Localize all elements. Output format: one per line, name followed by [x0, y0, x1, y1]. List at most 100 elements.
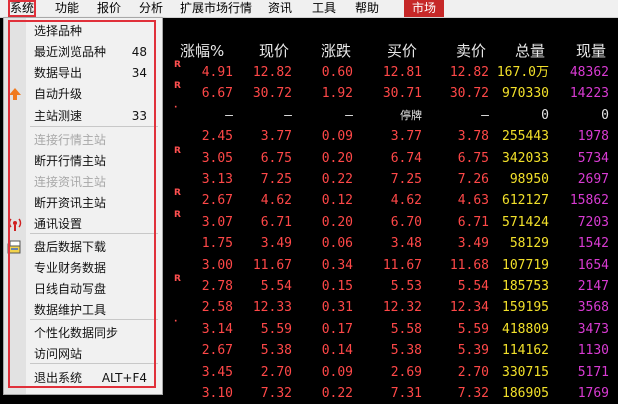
menu-item-visit-website[interactable]: 访问网站 [34, 344, 159, 365]
cell-change: 0.09 [321, 129, 353, 145]
cell-change: 0.09 [321, 364, 353, 380]
cell-bid: 7.31 [390, 386, 422, 401]
menu-bar: 系统 功能 报价 分析 扩展市场行情 资讯 工具 帮助 市场 [0, 0, 618, 18]
menu-extended-market[interactable]: 扩展市场行情 [180, 0, 252, 17]
cell-price: 7.25 [260, 172, 292, 187]
menu-quote[interactable]: 报价 [97, 0, 121, 17]
menu-item-label: 连接资讯主站 [34, 175, 107, 189]
menu-help[interactable]: 帮助 [355, 0, 379, 17]
cell-price: 12.33 [252, 300, 292, 316]
menu-analysis[interactable]: 分析 [139, 0, 163, 17]
cell-change: 0.14 [321, 343, 353, 359]
cell-bid: 12.81 [382, 65, 422, 80]
cell-change: 0.31 [321, 300, 353, 316]
menu-item-shortcut: ALT+F4 [101, 371, 147, 385]
menu-item-server-speed-test[interactable]: 主站测速 33 [34, 106, 159, 127]
cell-price: 7.32 [260, 386, 292, 401]
cell-price: 2.70 [260, 364, 292, 380]
cell-change: 0.12 [321, 193, 353, 209]
menu-news[interactable]: 资讯 [268, 0, 292, 17]
cell-price: 11.67 [252, 257, 292, 273]
cell-price: 5.54 [260, 279, 292, 294]
cell-current-volume: 3568 [577, 300, 609, 316]
cell-current-volume: 3473 [577, 321, 609, 337]
cell-current-volume: 7203 [577, 214, 609, 230]
cell-change: 0.20 [321, 214, 353, 230]
menu-item-label: 个性化数据同步 [34, 326, 119, 340]
menu-item-disconnect-news-server[interactable]: 断开资讯主站 [34, 193, 159, 214]
menu-item-shortcut: 48 [131, 45, 147, 59]
menu-tools[interactable]: 工具 [312, 0, 336, 17]
cell-bid: 30.71 [382, 86, 422, 102]
cell-current-volume: 5734 [577, 150, 609, 166]
menu-icon-strip [4, 18, 26, 394]
cell-current-volume: 0 [601, 107, 609, 123]
menu-item-label: 专业财务数据 [34, 261, 107, 275]
header-price[interactable]: 现价 [259, 40, 289, 61]
cell-bid: 停牌 [400, 108, 422, 122]
cell-current-volume: 14223 [569, 86, 609, 102]
menu-item-auto-upgrade[interactable]: 自动升级 [34, 84, 159, 105]
menu-item-pro-financial-data[interactable]: 专业财务数据 [34, 258, 159, 279]
cell-current-volume: 2697 [577, 172, 609, 187]
cell-change: — [345, 107, 353, 123]
menu-item-select-variety[interactable]: 选择品种 [34, 21, 159, 42]
menu-item-daily-auto-write[interactable]: 日线自动写盘 [34, 279, 159, 300]
cell-bid: 3.77 [390, 129, 422, 145]
cell-price: 12.82 [252, 65, 292, 80]
header-current-volume[interactable]: 现量 [576, 40, 606, 61]
cell-bid: 5.58 [390, 321, 422, 337]
menu-item-recent-varieties[interactable]: 最近浏览品种 48 [34, 42, 159, 63]
market-button[interactable]: 市场 [404, 0, 445, 17]
menu-item-connect-quote-server: 连接行情主站 [34, 130, 159, 151]
menu-item-comm-settings[interactable]: 通讯设置 [34, 214, 159, 235]
header-bid[interactable]: 买价 [387, 40, 417, 61]
menu-item-label: 自动升级 [34, 87, 83, 101]
menu-item-data-export[interactable]: 数据导出 34 [34, 63, 159, 84]
menu-system[interactable]: 系统 [8, 0, 37, 17]
cell-change: 0.20 [321, 150, 353, 166]
cell-bid: 5.38 [390, 343, 422, 359]
cell-current-volume: 2147 [577, 279, 609, 294]
header-change[interactable]: 涨跌 [321, 40, 351, 61]
cell-bid: 12.32 [382, 300, 422, 316]
cell-current-volume: 1769 [577, 386, 609, 401]
cell-change: 0.22 [321, 172, 353, 187]
cell-change: 0.34 [321, 257, 353, 273]
cell-price: 30.72 [252, 86, 292, 102]
menu-item-after-hours-download[interactable]: 盘后数据下载 [34, 237, 159, 258]
system-dropdown-menu: 选择品种最近浏览品种 48 数据导出 34 自动升级主站测速 33 连接行情主站 断开行情主站… [3, 17, 163, 395]
antenna-icon [7, 216, 23, 232]
cell-change: 0.17 [321, 321, 353, 337]
cell-price: 6.71 [260, 214, 292, 230]
cell-bid: 7.25 [390, 172, 422, 187]
menu-item-exit-system[interactable]: 退出系统 ALT+F4 [34, 368, 159, 389]
menu-item-label: 通讯设置 [34, 217, 83, 231]
menu-item-label: 数据导出 [34, 66, 83, 80]
cell-price: 5.38 [260, 343, 292, 359]
menu-item-disconnect-quote-server[interactable]: 断开行情主站 [34, 151, 159, 172]
menu-item-shortcut: 34 [131, 66, 147, 80]
menu-item-label: 最近浏览品种 [34, 45, 107, 59]
upgrade-arrow-icon [7, 86, 23, 102]
header-volume[interactable]: 总量 [515, 40, 545, 61]
cell-bid: 6.74 [390, 150, 422, 166]
cell-current-volume: 15862 [569, 193, 609, 209]
cell-current-volume: 1654 [577, 257, 609, 273]
menu-item-personal-data-sync[interactable]: 个性化数据同步 [34, 323, 159, 344]
menu-item-label: 断开行情主站 [34, 154, 107, 168]
cell-bid: 6.70 [390, 214, 422, 230]
cell-price: 3.49 [260, 236, 292, 252]
cell-bid: 5.53 [390, 279, 422, 294]
menu-item-label: 选择品种 [34, 24, 83, 38]
cell-current-volume: 5171 [577, 364, 609, 380]
header-ask[interactable]: 卖价 [456, 40, 486, 61]
menu-item-data-maintenance-tool[interactable]: 数据维护工具 [34, 300, 159, 321]
cell-change: 0.22 [321, 386, 353, 401]
cell-bid: 11.67 [382, 257, 422, 273]
cell-current-volume: 1542 [577, 236, 609, 252]
menu-item-label: 连接行情主站 [34, 133, 107, 147]
header-change-pct[interactable]: 涨幅% [180, 40, 224, 61]
menu-function[interactable]: 功能 [55, 0, 79, 17]
cell-current-volume: 1978 [577, 129, 609, 145]
